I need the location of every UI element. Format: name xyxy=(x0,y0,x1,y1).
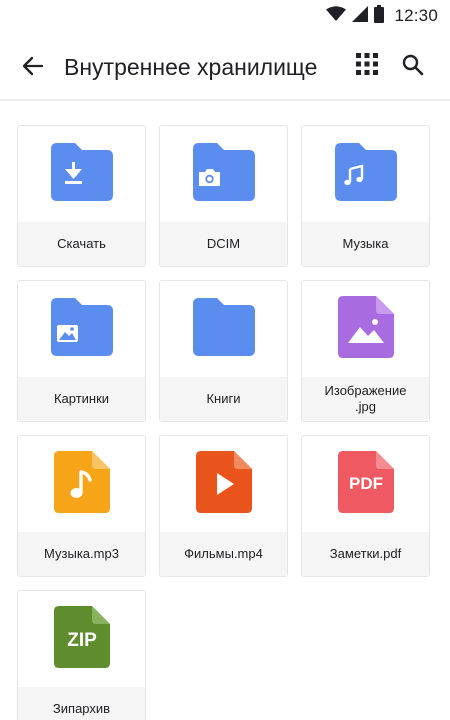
file-tile-pdf[interactable]: PDF Заметки.pdf xyxy=(301,435,430,577)
app-bar: Внутреннее хранилище xyxy=(0,36,450,98)
file-tile-zip[interactable]: ZIP Зипархив xyxy=(17,590,146,720)
folder-tile-dcim[interactable]: DCIM xyxy=(159,125,288,267)
grid-view-icon xyxy=(356,53,378,79)
folder-tile-books[interactable]: Книги xyxy=(159,280,288,422)
grid-view-button[interactable] xyxy=(356,53,378,80)
tile-label: Фильмы.mp4 xyxy=(184,546,263,561)
pdf-file-icon: PDF xyxy=(337,450,394,518)
file-tile-audio[interactable]: Музыка.mp3 xyxy=(17,435,146,577)
tile-label: Книги xyxy=(206,391,241,406)
page-title: Внутреннее хранилище xyxy=(64,54,318,80)
file-tile-image[interactable]: Изображение .jpg xyxy=(301,280,430,422)
battery-icon xyxy=(374,4,385,28)
status-time: 12:30 xyxy=(394,6,438,25)
status-bar: 12:30 xyxy=(0,0,450,32)
video-file-icon xyxy=(195,450,252,518)
cell-signal-icon xyxy=(352,5,369,27)
tile-label: Заметки.pdf xyxy=(329,546,402,561)
search-icon xyxy=(402,54,424,80)
header-divider xyxy=(0,99,450,101)
file-tile-video[interactable]: Фильмы.mp4 xyxy=(159,435,288,577)
wifi-icon xyxy=(326,5,347,27)
tile-label: DCIM xyxy=(206,236,241,251)
image-file-icon xyxy=(337,295,394,363)
tile-label: Зипархив xyxy=(52,701,111,716)
zip-file-icon: ZIP xyxy=(53,605,110,673)
folder-tile-music[interactable]: Музыка xyxy=(301,125,430,267)
folder-tile-pictures[interactable]: Картинки xyxy=(17,280,146,422)
back-arrow-icon xyxy=(21,54,45,83)
zip-badge: ZIP xyxy=(67,630,97,651)
pdf-badge: PDF xyxy=(349,474,383,493)
download-folder-icon xyxy=(50,142,113,206)
pictures-folder-icon xyxy=(50,297,113,361)
folder-tile-download[interactable]: Скачать xyxy=(17,125,146,267)
tile-label: Музыка xyxy=(342,236,389,251)
search-button[interactable] xyxy=(402,54,424,81)
folder-icon xyxy=(192,297,255,361)
back-button[interactable] xyxy=(18,53,48,83)
music-folder-icon xyxy=(334,142,397,206)
audio-file-icon xyxy=(53,450,110,518)
camera-folder-icon xyxy=(192,142,255,206)
tile-label: Музыка.mp3 xyxy=(44,546,119,561)
tile-label: Изображение .jpg xyxy=(324,383,407,414)
status-icons: 12:30 xyxy=(326,4,438,28)
tile-label: Скачать xyxy=(57,236,106,251)
tile-label: Картинки xyxy=(53,391,110,406)
